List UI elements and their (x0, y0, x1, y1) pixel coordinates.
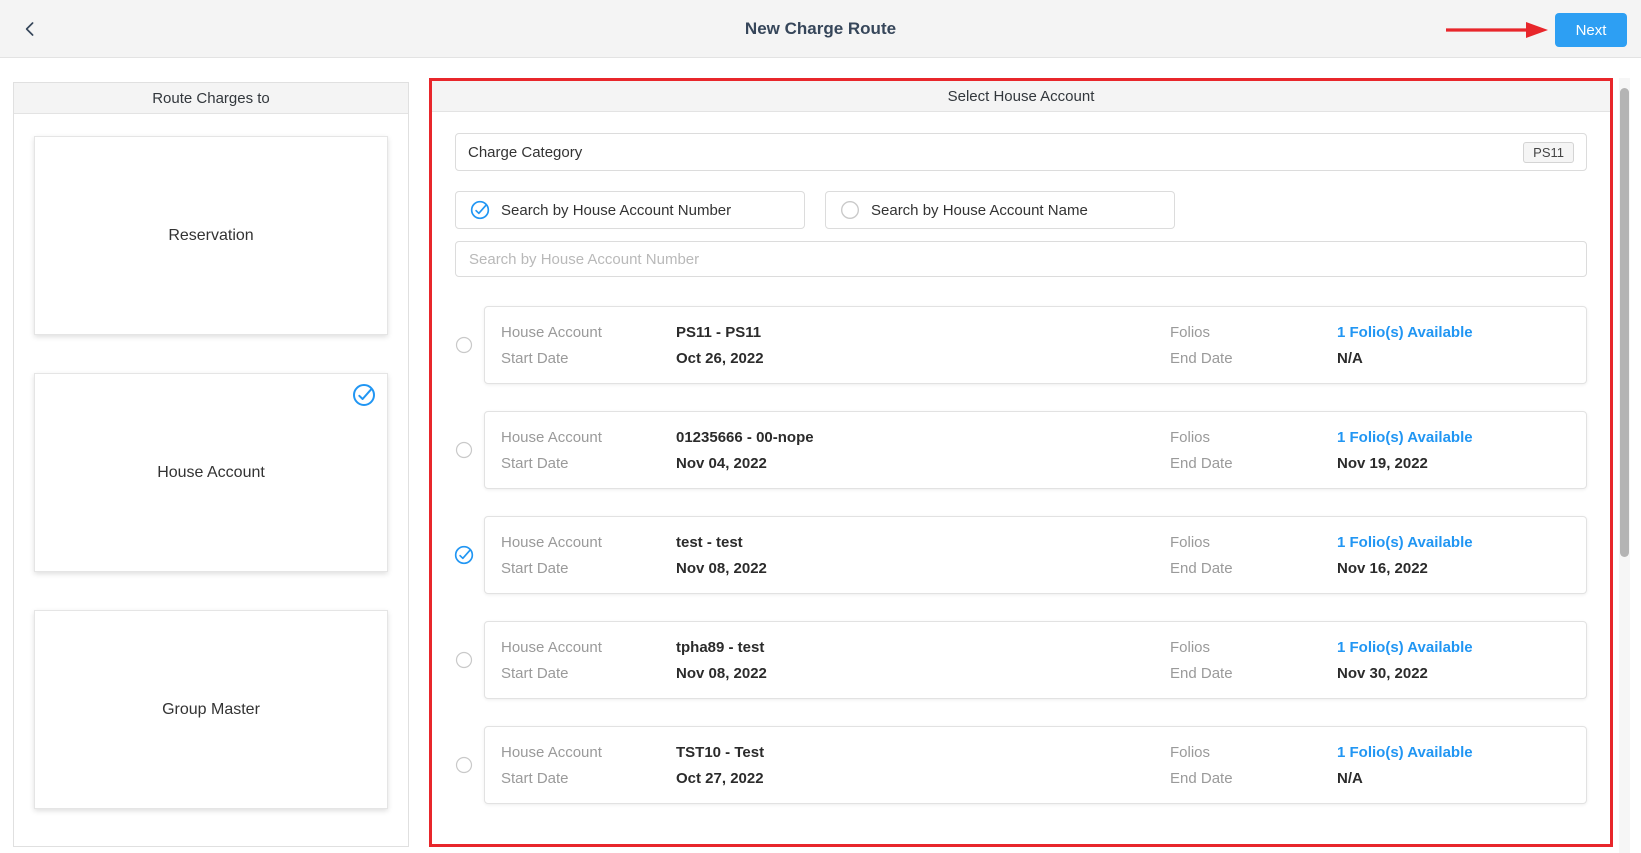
row-radio[interactable] (451, 756, 477, 774)
folios-label: Folios (1170, 534, 1337, 551)
route-card-label: House Account (157, 464, 265, 482)
house-account-value: tpha89 - test (676, 639, 764, 656)
folios-label: Folios (1170, 744, 1337, 761)
account-panel-title: Select House Account (432, 81, 1610, 112)
route-card-house-account[interactable]: House Account (34, 373, 388, 572)
folios-link[interactable]: 1 Folio(s) Available (1337, 639, 1473, 656)
house-account-card[interactable]: House Account01235666 - 00-nope Start Da… (484, 411, 1587, 489)
end-date-label: End Date (1170, 665, 1337, 682)
radio-unchecked-icon (840, 200, 860, 220)
search-by-name-option[interactable]: Search by House Account Name (825, 191, 1175, 229)
search-mode-label: Search by House Account Name (871, 202, 1088, 219)
folios-label: Folios (1170, 429, 1337, 446)
house-account-value: test - test (676, 534, 743, 551)
selected-check-circle-icon (352, 383, 376, 407)
folios-link[interactable]: 1 Folio(s) Available (1337, 324, 1473, 341)
end-date-value: Nov 16, 2022 (1337, 560, 1428, 577)
charge-category-field[interactable]: Charge Category PS11 (455, 133, 1587, 171)
house-account-label: House Account (501, 744, 676, 761)
start-date-label: Start Date (501, 350, 676, 367)
house-account-label: House Account (501, 324, 676, 341)
end-date-label: End Date (1170, 560, 1337, 577)
row-radio[interactable] (451, 441, 477, 459)
route-panel-title: Route Charges to (14, 83, 408, 114)
top-bar: New Charge Route Next (0, 0, 1641, 58)
row-radio[interactable] (451, 545, 477, 565)
start-date-value: Nov 08, 2022 (676, 665, 767, 682)
next-button[interactable]: Next (1555, 13, 1627, 47)
scrollbar-thumb[interactable] (1620, 88, 1629, 557)
end-date-label: End Date (1170, 455, 1337, 472)
start-date-value: Oct 27, 2022 (676, 770, 764, 787)
end-date-value: N/A (1337, 350, 1363, 367)
house-account-value: TST10 - Test (676, 744, 764, 761)
house-account-value: 01235666 - 00-nope (676, 429, 814, 446)
chevron-left-icon (21, 20, 39, 38)
search-mode-group: Search by House Account Number Search by… (455, 191, 1587, 229)
select-house-account-panel: Select House Account Charge Category PS1… (429, 78, 1613, 847)
house-account-card[interactable]: House AccountPS11 - PS11 Start DateOct 2… (484, 306, 1587, 384)
house-account-label: House Account (501, 639, 676, 656)
folios-label: Folios (1170, 324, 1337, 341)
route-card-label: Group Master (162, 701, 260, 719)
end-date-label: End Date (1170, 350, 1337, 367)
house-account-label: House Account (501, 534, 676, 551)
start-date-label: Start Date (501, 770, 676, 787)
folios-link[interactable]: 1 Folio(s) Available (1337, 534, 1473, 551)
row-radio[interactable] (451, 336, 477, 354)
folios-link[interactable]: 1 Folio(s) Available (1337, 429, 1473, 446)
radio-unchecked-icon (455, 336, 473, 354)
house-account-row: House Accounttest - test Start DateNov 0… (451, 516, 1587, 594)
route-card-group-master[interactable]: Group Master (34, 610, 388, 809)
charge-category-label: Charge Category (468, 144, 582, 161)
house-account-value: PS11 - PS11 (676, 324, 761, 341)
start-date-value: Nov 04, 2022 (676, 455, 767, 472)
house-account-row: House Account01235666 - 00-nope Start Da… (451, 411, 1587, 489)
red-arrow-annotation-icon (1444, 19, 1550, 41)
search-mode-label: Search by House Account Number (501, 202, 731, 219)
folios-label: Folios (1170, 639, 1337, 656)
start-date-value: Oct 26, 2022 (676, 350, 764, 367)
end-date-value: N/A (1337, 770, 1363, 787)
start-date-value: Nov 08, 2022 (676, 560, 767, 577)
back-button[interactable] (14, 13, 46, 45)
start-date-label: Start Date (501, 560, 676, 577)
house-account-search-input[interactable] (455, 241, 1587, 277)
charge-category-chip: PS11 (1523, 142, 1574, 163)
house-account-label: House Account (501, 429, 676, 446)
house-account-card[interactable]: House Accounttest - test Start DateNov 0… (484, 516, 1587, 594)
end-date-value: Nov 19, 2022 (1337, 455, 1428, 472)
house-account-row: House AccountTST10 - Test Start DateOct … (451, 726, 1587, 804)
start-date-label: Start Date (501, 665, 676, 682)
house-account-list: House AccountPS11 - PS11 Start DateOct 2… (451, 306, 1587, 804)
house-account-row: House Accounttpha89 - test Start DateNov… (451, 621, 1587, 699)
house-account-row: House AccountPS11 - PS11 Start DateOct 2… (451, 306, 1587, 384)
house-account-card[interactable]: House AccountTST10 - Test Start DateOct … (484, 726, 1587, 804)
radio-checked-icon (454, 545, 474, 565)
end-date-label: End Date (1170, 770, 1337, 787)
new-charge-route-screen: New Charge Route Next Route Charges to R… (0, 0, 1641, 853)
route-card-reservation[interactable]: Reservation (34, 136, 388, 335)
start-date-label: Start Date (501, 455, 676, 472)
row-radio[interactable] (451, 651, 477, 669)
scrollbar-track[interactable] (1619, 78, 1630, 853)
end-date-value: Nov 30, 2022 (1337, 665, 1428, 682)
radio-unchecked-icon (455, 651, 473, 669)
search-by-number-option[interactable]: Search by House Account Number (455, 191, 805, 229)
page-title: New Charge Route (745, 19, 896, 39)
radio-unchecked-icon (455, 441, 473, 459)
route-card-label: Reservation (168, 227, 253, 245)
route-charges-to-panel: Route Charges to Reservation House Accou… (13, 82, 409, 847)
radio-unchecked-icon (455, 756, 473, 774)
radio-checked-icon (470, 200, 490, 220)
folios-link[interactable]: 1 Folio(s) Available (1337, 744, 1473, 761)
house-account-card[interactable]: House Accounttpha89 - test Start DateNov… (484, 621, 1587, 699)
